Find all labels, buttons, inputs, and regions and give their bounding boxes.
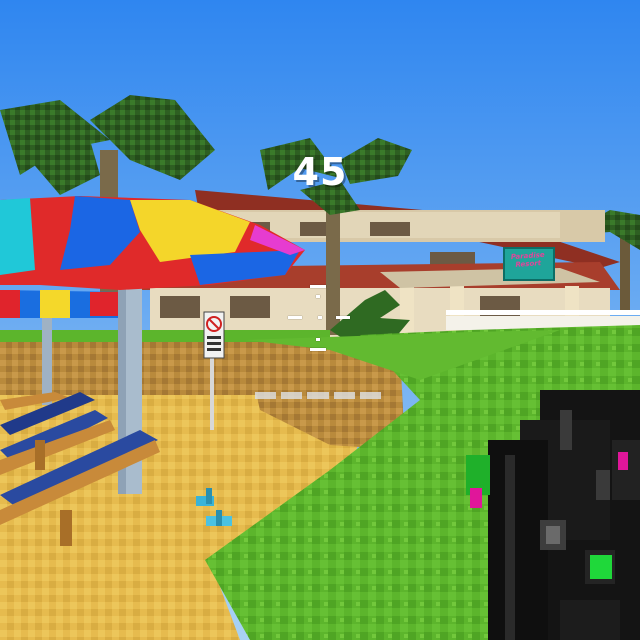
crosshair-bottom-inner <box>316 338 320 341</box>
ammo-segment <box>307 392 329 399</box>
ammo-segment <box>255 392 277 399</box>
game-viewport[interactable]: Paradise Resort 45 <box>0 0 640 640</box>
crosshair-bottom <box>310 348 326 351</box>
crosshair-right <box>336 316 350 319</box>
crosshair-left <box>288 316 302 319</box>
crosshair-top <box>310 285 326 288</box>
world-render <box>0 0 640 640</box>
crosshair-top-inner <box>316 295 320 298</box>
ammo-segment <box>281 392 303 399</box>
ammo-segment <box>333 392 355 399</box>
hud-counter: 45 <box>292 150 348 194</box>
crosshair-center <box>318 316 322 319</box>
ammo-segment <box>359 392 382 399</box>
ammo-bar <box>255 392 382 399</box>
